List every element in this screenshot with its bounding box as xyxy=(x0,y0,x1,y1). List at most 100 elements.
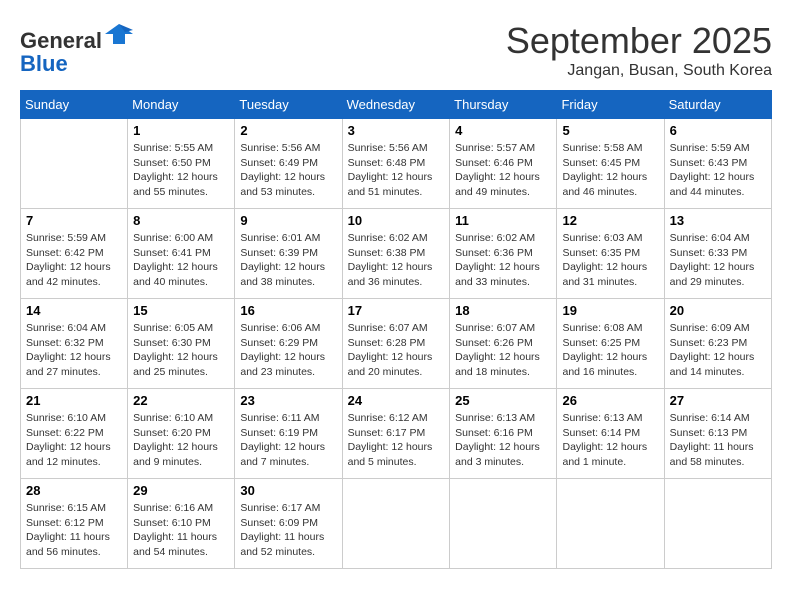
weekday-header-saturday: Saturday xyxy=(664,91,771,119)
day-cell-23: 23 Sunrise: 6:11 AMSunset: 6:19 PMDayligh… xyxy=(235,389,342,479)
day-info: Sunrise: 6:06 AMSunset: 6:29 PMDaylight:… xyxy=(240,321,336,380)
day-number: 15 xyxy=(133,303,229,318)
day-info: Sunrise: 6:07 AMSunset: 6:26 PMDaylight:… xyxy=(455,321,551,380)
day-cell-16: 16Sunrise: 6:06 AMSunset: 6:29 PMDayligh… xyxy=(235,299,342,389)
day-info: Sunrise: 5:56 AMSunset: 6:48 PMDaylight:… xyxy=(348,141,445,200)
day-info: Sunrise: 6:10 AMSunset: 6:20 PMDaylight:… xyxy=(133,411,229,470)
day-number: 24 xyxy=(348,393,445,408)
day-info: Sunrise: 6:14 AMSunset: 6:13 PMDaylight:… xyxy=(670,411,766,470)
day-info: Sunrise: 6:09 AMSunset: 6:23 PMDaylight:… xyxy=(670,321,766,380)
day-info: Sunrise: 6:16 AMSunset: 6:10 PMDaylight:… xyxy=(133,501,229,560)
day-info: Sunrise: 6:11 AMSunset: 6:19 PMDaylight:… xyxy=(240,411,336,470)
day-cell-22: 22Sunrise: 6:10 AMSunset: 6:20 PMDayligh… xyxy=(128,389,235,479)
empty-cell xyxy=(342,479,450,569)
weekday-header-friday: Friday xyxy=(557,91,664,119)
day-info: Sunrise: 5:57 AMSunset: 6:46 PMDaylight:… xyxy=(455,141,551,200)
logo: General Blue xyxy=(20,20,133,75)
day-number: 4 xyxy=(455,123,551,138)
weekday-header-monday: Monday xyxy=(128,91,235,119)
day-number: 19 xyxy=(562,303,658,318)
weekday-header-row: SundayMondayTuesdayWednesdayThursdayFrid… xyxy=(21,91,772,119)
day-cell-2: 2 Sunrise: 5:56 AMSunset: 6:49 PMDaylight… xyxy=(235,119,342,209)
day-cell-11: 11 Sunrise: 6:02 AMSunset: 6:36 PMDayligh… xyxy=(450,209,557,299)
calendar-table: SundayMondayTuesdayWednesdayThursdayFrid… xyxy=(20,90,772,569)
day-cell-3: 3 Sunrise: 5:56 AMSunset: 6:48 PMDaylight… xyxy=(342,119,450,209)
day-cell-30: 30 Sunrise: 6:17 AMSunset: 6:09 PMDayligh… xyxy=(235,479,342,569)
day-cell-9: 9 Sunrise: 6:01 AMSunset: 6:39 PMDaylight… xyxy=(235,209,342,299)
weekday-header-wednesday: Wednesday xyxy=(342,91,450,119)
day-cell-13: 13 Sunrise: 6:04 AMSunset: 6:33 PMDayligh… xyxy=(664,209,771,299)
day-cell-19: 19Sunrise: 6:08 AMSunset: 6:25 PMDayligh… xyxy=(557,299,664,389)
day-cell-8: 8 Sunrise: 6:00 AMSunset: 6:41 PMDaylight… xyxy=(128,209,235,299)
day-cell-27: 27Sunrise: 6:14 AMSunset: 6:13 PMDayligh… xyxy=(664,389,771,479)
empty-cell xyxy=(450,479,557,569)
day-info: Sunrise: 6:04 AMSunset: 6:33 PMDaylight:… xyxy=(670,231,766,290)
day-number: 28 xyxy=(26,483,122,498)
day-info: Sunrise: 6:03 AMSunset: 6:35 PMDaylight:… xyxy=(562,231,658,290)
day-info: Sunrise: 6:07 AMSunset: 6:28 PMDaylight:… xyxy=(348,321,445,380)
day-cell-10: 10 Sunrise: 6:02 AMSunset: 6:38 PMDayligh… xyxy=(342,209,450,299)
day-number: 10 xyxy=(348,213,445,228)
day-info: Sunrise: 6:17 AMSunset: 6:09 PMDaylight:… xyxy=(240,501,336,560)
day-number: 26 xyxy=(562,393,658,408)
day-cell-1: 1 Sunrise: 5:55 AMSunset: 6:50 PMDaylight… xyxy=(128,119,235,209)
day-cell-20: 20 Sunrise: 6:09 AMSunset: 6:23 PMDayligh… xyxy=(664,299,771,389)
day-cell-15: 15 Sunrise: 6:05 AMSunset: 6:30 PMDayligh… xyxy=(128,299,235,389)
day-number: 2 xyxy=(240,123,336,138)
day-cell-24: 24Sunrise: 6:12 AMSunset: 6:17 PMDayligh… xyxy=(342,389,450,479)
day-number: 6 xyxy=(670,123,766,138)
week-row-2: 7Sunrise: 5:59 AMSunset: 6:42 PMDaylight… xyxy=(21,209,772,299)
week-row-4: 21Sunrise: 6:10 AMSunset: 6:22 PMDayligh… xyxy=(21,389,772,479)
day-number: 30 xyxy=(240,483,336,498)
day-cell-25: 25Sunrise: 6:13 AMSunset: 6:16 PMDayligh… xyxy=(450,389,557,479)
day-cell-4: 4 Sunrise: 5:57 AMSunset: 6:46 PMDaylight… xyxy=(450,119,557,209)
empty-cell xyxy=(557,479,664,569)
month-title: September 2025 xyxy=(506,20,772,62)
day-info: Sunrise: 5:59 AMSunset: 6:42 PMDaylight:… xyxy=(26,231,122,290)
day-number: 11 xyxy=(455,213,551,228)
day-number: 5 xyxy=(562,123,658,138)
week-row-3: 14Sunrise: 6:04 AMSunset: 6:32 PMDayligh… xyxy=(21,299,772,389)
day-info: Sunrise: 6:15 AMSunset: 6:12 PMDaylight:… xyxy=(26,501,122,560)
day-number: 12 xyxy=(562,213,658,228)
day-info: Sunrise: 5:55 AMSunset: 6:50 PMDaylight:… xyxy=(133,141,229,200)
week-row-5: 28 Sunrise: 6:15 AMSunset: 6:12 PMDayligh… xyxy=(21,479,772,569)
day-info: Sunrise: 5:59 AMSunset: 6:43 PMDaylight:… xyxy=(670,141,766,200)
day-info: Sunrise: 6:02 AMSunset: 6:36 PMDaylight:… xyxy=(455,231,551,290)
day-number: 18 xyxy=(455,303,551,318)
day-number: 1 xyxy=(133,123,229,138)
day-info: Sunrise: 5:58 AMSunset: 6:45 PMDaylight:… xyxy=(562,141,658,200)
day-number: 25 xyxy=(455,393,551,408)
day-number: 3 xyxy=(348,123,445,138)
day-number: 21 xyxy=(26,393,122,408)
location-subtitle: Jangan, Busan, South Korea xyxy=(506,62,772,80)
day-info: Sunrise: 6:13 AMSunset: 6:14 PMDaylight:… xyxy=(562,411,658,470)
day-info: Sunrise: 6:01 AMSunset: 6:39 PMDaylight:… xyxy=(240,231,336,290)
day-cell-28: 28 Sunrise: 6:15 AMSunset: 6:12 PMDayligh… xyxy=(21,479,128,569)
day-info: Sunrise: 6:04 AMSunset: 6:32 PMDaylight:… xyxy=(26,321,122,380)
day-number: 8 xyxy=(133,213,229,228)
day-cell-12: 12 Sunrise: 6:03 AMSunset: 6:35 PMDayligh… xyxy=(557,209,664,299)
day-number: 23 xyxy=(240,393,336,408)
day-info: Sunrise: 6:05 AMSunset: 6:30 PMDaylight:… xyxy=(133,321,229,380)
day-cell-21: 21Sunrise: 6:10 AMSunset: 6:22 PMDayligh… xyxy=(21,389,128,479)
title-block: September 2025 Jangan, Busan, South Kore… xyxy=(506,20,772,80)
day-info: Sunrise: 6:00 AMSunset: 6:41 PMDaylight:… xyxy=(133,231,229,290)
empty-cell xyxy=(664,479,771,569)
day-cell-6: 6 Sunrise: 5:59 AMSunset: 6:43 PMDaylight… xyxy=(664,119,771,209)
day-cell-17: 17Sunrise: 6:07 AMSunset: 6:28 PMDayligh… xyxy=(342,299,450,389)
day-cell-18: 18 Sunrise: 6:07 AMSunset: 6:26 PMDayligh… xyxy=(450,299,557,389)
day-info: Sunrise: 6:02 AMSunset: 6:38 PMDaylight:… xyxy=(348,231,445,290)
weekday-header-thursday: Thursday xyxy=(450,91,557,119)
weekday-header-sunday: Sunday xyxy=(21,91,128,119)
logo-general: General xyxy=(20,28,102,53)
week-row-1: 1 Sunrise: 5:55 AMSunset: 6:50 PMDaylight… xyxy=(21,119,772,209)
day-number: 13 xyxy=(670,213,766,228)
day-number: 20 xyxy=(670,303,766,318)
day-cell-7: 7Sunrise: 5:59 AMSunset: 6:42 PMDaylight… xyxy=(21,209,128,299)
day-number: 9 xyxy=(240,213,336,228)
page-header: General Blue September 2025 Jangan, Busa… xyxy=(20,20,772,80)
day-cell-26: 26 Sunrise: 6:13 AMSunset: 6:14 PMDayligh… xyxy=(557,389,664,479)
day-info: Sunrise: 5:56 AMSunset: 6:49 PMDaylight:… xyxy=(240,141,336,200)
logo-blue: Blue xyxy=(20,53,133,75)
